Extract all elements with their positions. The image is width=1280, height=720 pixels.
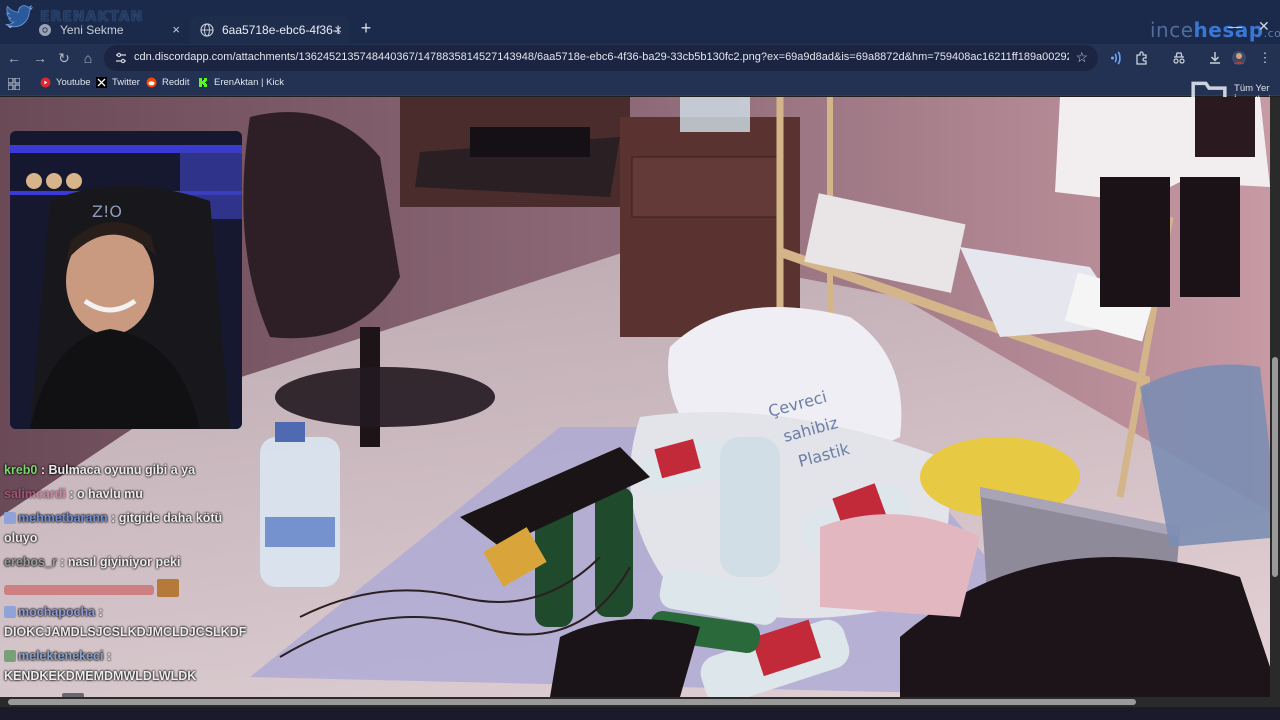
bookmark-label: Reddit — [162, 77, 190, 88]
chat-text: o havlu mu — [76, 487, 143, 501]
watermark-prefix: ince — [1150, 18, 1194, 42]
chrome-icon — [39, 24, 51, 36]
bookmark-star-icon[interactable]: ☆ — [1075, 49, 1088, 66]
emote-icon — [157, 579, 180, 597]
url-text[interactable]: cdn.discordapp.com/attachments/136245213… — [134, 51, 1069, 63]
chat-text: KENDKEKDMEMDMWLDLWLDK — [4, 669, 197, 683]
chat-message: mehmetbarann : gitgide daha kötü — [4, 511, 222, 525]
chat-separator: : — [107, 511, 119, 525]
reload-button[interactable]: ↻ — [54, 48, 74, 68]
bookmark-reddit[interactable]: Reddit — [146, 77, 189, 88]
streamer-webcam-image: Z!O — [10, 131, 242, 429]
tab-new-tab[interactable]: Yeni Sekme × — [28, 16, 188, 44]
chat-message-continued: oluyo — [4, 531, 37, 545]
youtube-icon — [40, 77, 51, 88]
bookmark-label: Twitter — [112, 77, 140, 88]
tab-close-button[interactable]: × — [172, 22, 180, 37]
browser-toolbar: ← → ↻ ⌂ cdn.discordapp.com/attachments/1… — [0, 44, 1280, 72]
x-icon — [96, 77, 107, 88]
bookmark-twitter[interactable]: Twitter — [96, 77, 140, 88]
webcam-overlay: Z!O — [10, 131, 242, 429]
chat-message: melektenekeci : — [4, 649, 111, 663]
download-icon[interactable] — [1206, 49, 1224, 67]
chat-username: melektenekeci — [18, 649, 104, 663]
bookmarks-bar: Youtube Twitter Reddit ErenAktan | Kick … — [0, 72, 1280, 111]
tab-search-icon[interactable]: ⌄ — [6, 20, 20, 34]
chat-username: kreb0 — [4, 463, 38, 477]
bookmark-label: ErenAktan | Kick — [214, 77, 285, 88]
chat-message-continued: KENDKEKDMEMDMWLDLWLDK — [4, 669, 196, 683]
chat-separator: : — [95, 605, 103, 619]
bookmark-youtube[interactable]: Youtube — [40, 77, 91, 88]
apps-grid-icon[interactable] — [8, 78, 20, 90]
globe-icon — [200, 23, 214, 37]
chat-message-continued: DIOKCJAMDLSJCSLKDJMCLDJCSLKDF — [4, 625, 246, 639]
tab-strip: ERENAKTAN ⌄ Yeni Sekme × 6aa5718e-ebc6-4… — [0, 0, 1280, 44]
forward-button[interactable]: → — [30, 48, 50, 68]
chat-separator: : — [56, 555, 68, 569]
kick-icon — [199, 78, 207, 87]
chat-text: DIOKCJAMDLSJCSLKDJMCLDJCSLKDF — [4, 625, 247, 639]
chat-separator: : — [37, 463, 49, 477]
chat-separator: : — [103, 649, 112, 663]
tab-title: Yeni Sekme — [60, 23, 124, 37]
image-viewer: Çevreci sahibiz Plastik Z!O kreb0 : Bulm… — [0, 97, 1280, 720]
bottom-strip — [0, 707, 1280, 720]
minimize-button[interactable]: — — [1228, 18, 1242, 34]
tab-image[interactable]: 6aa5718e-ebc6-4f36-ba29-33c × — [190, 16, 350, 44]
vertical-scrollbar[interactable] — [1270, 97, 1280, 697]
new-tab-button[interactable]: + — [356, 18, 376, 39]
audio-playing-icon[interactable] — [1108, 49, 1126, 67]
chat-message — [4, 579, 181, 598]
chat-text: gitgide daha kötü — [118, 511, 223, 525]
chat-message: kreb0 : Bulmaca oyunu gibi a ya — [4, 463, 195, 477]
menu-kebab-icon[interactable]: ⋮ — [1256, 49, 1274, 67]
site-info-icon[interactable] — [114, 51, 128, 65]
chair-logo-text: Z!O — [92, 202, 122, 221]
vertical-scrollbar-thumb[interactable] — [1272, 357, 1278, 577]
chat-message: erebos_r : nasıl giyiniyor peki — [4, 555, 180, 569]
chat-username: mehmetbarann — [18, 511, 108, 525]
chat-username-blurred — [4, 585, 154, 595]
home-button[interactable]: ⌂ — [78, 48, 98, 68]
back-button[interactable]: ← — [4, 48, 24, 68]
incognito-icon[interactable] — [1170, 49, 1188, 67]
bookmark-label: Youtube — [56, 77, 91, 88]
subscriber-badge-icon — [4, 606, 16, 618]
chat-username: erebos_r — [4, 555, 57, 569]
chat-username: mochapocha — [18, 605, 96, 619]
extensions-icon[interactable] — [1133, 49, 1151, 67]
address-bar[interactable]: cdn.discordapp.com/attachments/136245213… — [104, 45, 1098, 71]
horizontal-scrollbar-thumb[interactable] — [8, 699, 1136, 705]
chat-username: salimcardi — [4, 487, 66, 501]
chat-text: nasıl giyiniyor peki — [67, 555, 181, 569]
horizontal-scrollbar[interactable] — [0, 697, 1280, 707]
tab-close-button[interactable]: × — [334, 22, 342, 37]
profile-avatar[interactable] — [1230, 49, 1248, 67]
chat-text: oluyo — [4, 531, 38, 545]
chat-separator: : — [65, 487, 77, 501]
reddit-icon — [146, 77, 157, 88]
tab-title: 6aa5718e-ebc6-4f36-ba29-33c — [222, 23, 340, 37]
chat-message: mochapocha : — [4, 605, 103, 619]
subscriber-badge-icon — [4, 512, 16, 524]
chat-message: salimcardi : o havlu mu — [4, 487, 143, 501]
subscriber-badge-icon — [4, 650, 16, 662]
bookmark-kick[interactable]: ErenAktan | Kick — [198, 77, 284, 88]
close-window-button[interactable]: ✕ — [1258, 18, 1270, 35]
chat-text: Bulmaca oyunu gibi a ya — [48, 463, 196, 477]
